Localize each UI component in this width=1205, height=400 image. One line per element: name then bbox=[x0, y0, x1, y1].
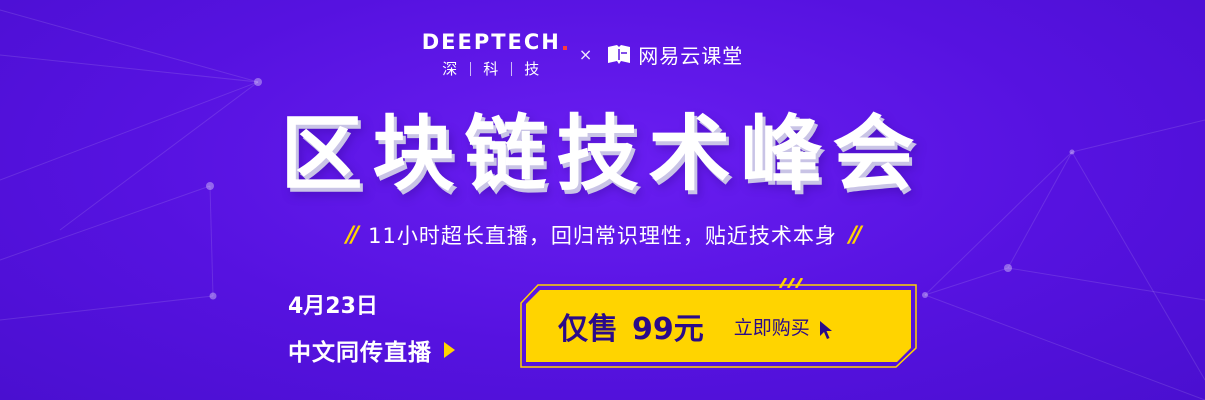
event-banner: DEEPTECH 深 科 技 × 网易云课堂 区块链技术峰会 // 11小时超长… bbox=[0, 0, 1205, 400]
partner-name: 网易云课堂 bbox=[638, 44, 744, 68]
deeptech-char-2: 科 bbox=[483, 60, 500, 78]
divider bbox=[470, 61, 472, 76]
price-label: 仅售 bbox=[558, 312, 618, 347]
play-triangle-icon bbox=[444, 342, 455, 358]
netease-book-icon bbox=[608, 44, 631, 64]
deeptech-wordmark: DEEPTECH bbox=[421, 30, 567, 54]
deeptech-chinese-name: 深 科 技 bbox=[442, 58, 540, 79]
deeptech-char-3: 技 bbox=[524, 60, 541, 78]
buy-now-button[interactable]: 仅售 99元 立即购买 bbox=[526, 290, 911, 362]
live-stream-label: 中文同传直播 bbox=[288, 340, 432, 366]
subtitle-text: 11小时超长直播，回归常识理性，贴近技术本身 bbox=[368, 224, 837, 248]
divider bbox=[511, 61, 513, 76]
deeptech-wordmark-text: DEEPTECH bbox=[421, 30, 561, 54]
subtitle-left-mark: // bbox=[346, 222, 359, 248]
deeptech-char-1: 深 bbox=[442, 60, 459, 78]
deeptech-red-dot bbox=[562, 46, 567, 50]
brand-header: DEEPTECH 深 科 技 × 网易云课堂 bbox=[0, 30, 1205, 79]
buy-now-label: 立即购买 bbox=[733, 316, 810, 339]
live-stream-link[interactable]: 中文同传直播 bbox=[288, 333, 455, 367]
subtitle-row: // 11小时超长直播，回归常识理性，贴近技术本身 // bbox=[0, 220, 1205, 250]
netease-cloud-classroom-logo: 网易云课堂 bbox=[606, 40, 743, 69]
decorative-stripes bbox=[778, 278, 804, 288]
cursor-arrow-icon bbox=[818, 320, 834, 340]
price-value: 99元 bbox=[632, 312, 704, 347]
collaboration-mark: × bbox=[578, 45, 593, 64]
page-title: 区块链技术峰会 bbox=[280, 107, 925, 202]
event-date: 4月23日 bbox=[288, 294, 378, 319]
subtitle-right-mark: // bbox=[848, 222, 862, 248]
deeptech-logo: DEEPTECH 深 科 技 bbox=[421, 30, 567, 79]
